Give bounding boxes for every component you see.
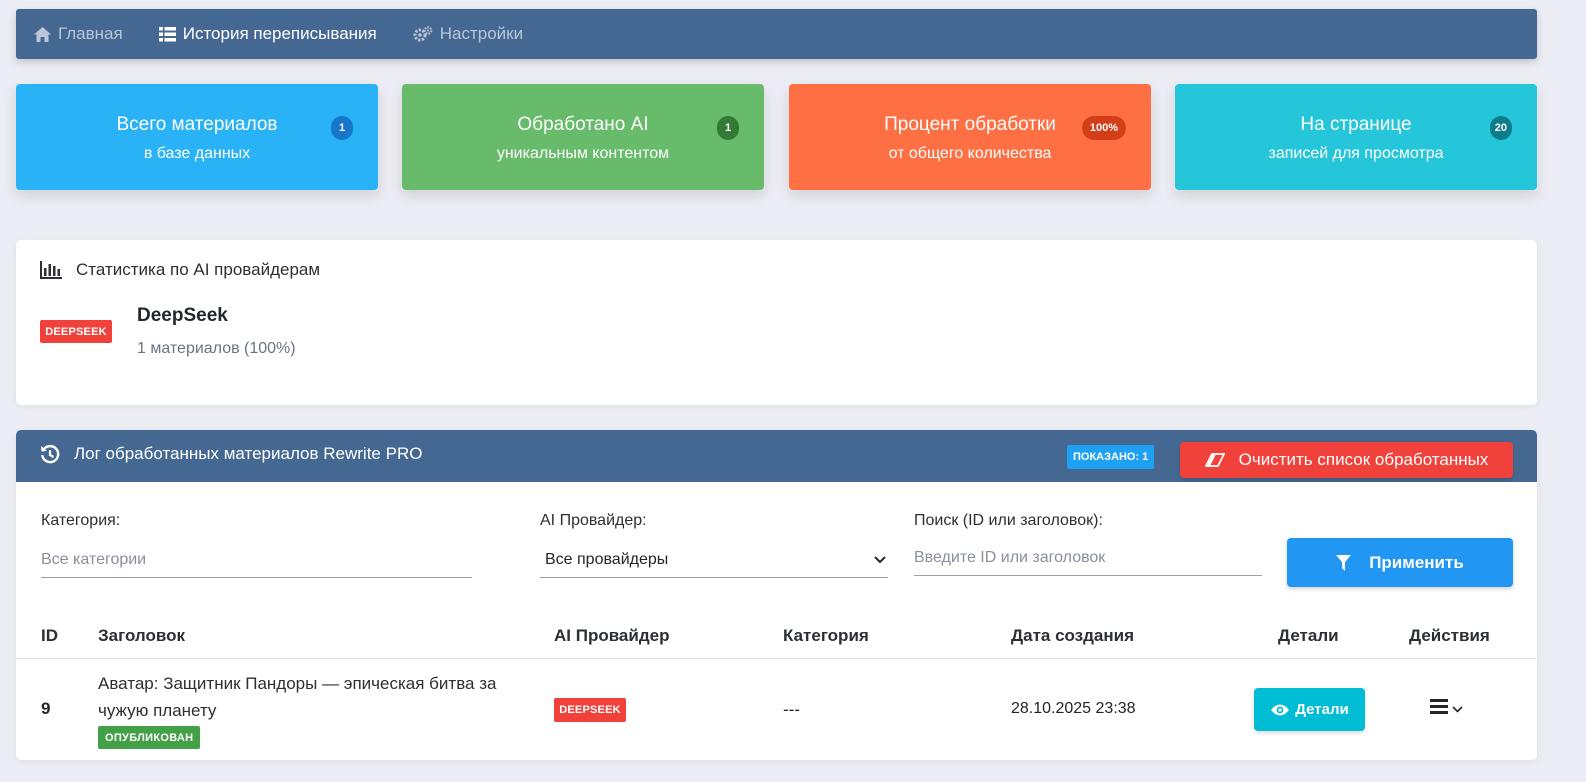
shown-count-badge: ПОКАЗАНО: 1	[1067, 445, 1155, 469]
search-label: Поиск (ID или заголовок):	[914, 512, 1103, 529]
provider-name: DeepSeek	[137, 305, 228, 326]
log-header: Лог обработанных материалов Rewrite PRO …	[16, 430, 1537, 482]
row-id: 9	[41, 699, 51, 718]
row-provider-tag: DEEPSEEK	[554, 698, 626, 722]
card-subtitle: записей для просмотра	[1268, 145, 1444, 162]
gears-icon	[413, 26, 433, 42]
search-input[interactable]: Введите ID или заголовок	[914, 540, 1262, 576]
provider-count: 1 материалов (100%)	[137, 340, 296, 357]
menu-icon	[1430, 699, 1448, 719]
home-icon	[34, 26, 51, 42]
details-button[interactable]: Детали	[1254, 688, 1365, 731]
row-title[interactable]: Аватар: Защитник Пандоры — эпическая бит…	[98, 670, 528, 724]
col-provider: AI Провайдер	[554, 626, 670, 645]
provider-tag: DEEPSEEK	[40, 320, 112, 343]
card-subtitle: в базе данных	[143, 145, 251, 162]
table-divider	[16, 658, 1537, 659]
provider-select[interactable]: Все провайдеры	[540, 542, 888, 578]
nav-settings-label: Настройки	[439, 24, 524, 43]
provider-select-value: Все провайдеры	[545, 550, 669, 568]
search-placeholder: Введите ID или заголовок	[914, 548, 1106, 566]
provider-stats-panel: Статистика по AI провайдерам DEEPSEEK De…	[16, 240, 1537, 405]
apply-button[interactable]: Применить	[1287, 538, 1513, 587]
nav-home[interactable]: Главная	[34, 24, 123, 44]
card-badge: 1	[717, 116, 739, 140]
card-processing-percent: Процент обработки от общего количества 1…	[789, 84, 1151, 190]
chevron-down-icon	[874, 551, 886, 569]
row-category: ---	[783, 700, 800, 719]
card-subtitle: от общего количества	[888, 145, 1052, 162]
card-badge: 20	[1489, 116, 1512, 140]
category-input[interactable]: Все категории	[41, 542, 472, 578]
panel-title: Статистика по AI провайдерам	[76, 260, 321, 279]
card-processed-ai: Обработано AI уникальным контентом 1	[402, 84, 764, 190]
top-navbar: Главная История переписывания Настройки	[16, 9, 1537, 59]
nav-history[interactable]: История переписывания	[158, 24, 377, 44]
card-title: Всего материалов	[116, 114, 278, 135]
col-date: Дата создания	[1011, 626, 1135, 645]
apply-button-label: Применить	[1369, 552, 1464, 572]
col-category: Категория	[783, 626, 869, 645]
col-actions: Действия	[1409, 626, 1490, 645]
card-total-materials: Всего материалов в базе данных 1	[16, 84, 378, 190]
category-placeholder: Все категории	[41, 550, 147, 568]
status-badge: ОПУБЛИКОВАН	[98, 726, 201, 749]
card-per-page: На странице записей для просмотра 20	[1175, 84, 1537, 190]
card-badge: 1	[331, 116, 353, 140]
chevron-down-icon	[1452, 705, 1463, 713]
actions-dropdown[interactable]	[1430, 699, 1463, 719]
filter-icon	[1336, 554, 1352, 571]
log-title: Лог обработанных материалов Rewrite PRO	[40, 444, 422, 464]
card-subtitle: уникальным контентом	[496, 145, 670, 162]
log-panel: Лог обработанных материалов Rewrite PRO …	[16, 430, 1537, 760]
list-icon	[158, 26, 176, 42]
row-date: 28.10.2025 23:38	[1011, 700, 1136, 717]
category-label: Категория:	[41, 512, 121, 529]
clear-processed-button[interactable]: Очистить список обработанных	[1180, 442, 1513, 478]
clear-button-label: Очистить список обработанных	[1238, 450, 1489, 469]
panel-header: Статистика по AI провайдерам	[40, 260, 320, 280]
history-icon	[40, 444, 60, 464]
details-button-label: Детали	[1295, 701, 1349, 718]
card-title: На странице	[1300, 114, 1412, 135]
provider-filter-label: AI Провайдер:	[540, 512, 647, 529]
nav-settings[interactable]: Настройки	[413, 24, 523, 44]
col-title: Заголовок	[98, 626, 186, 645]
log-title-text: Лог обработанных материалов Rewrite PRO	[74, 444, 423, 463]
eraser-icon	[1204, 453, 1225, 467]
col-id: ID	[41, 626, 58, 645]
col-details: Детали	[1278, 626, 1339, 645]
card-title: Обработано AI	[517, 114, 649, 135]
card-badge: 100%	[1081, 116, 1126, 140]
bar-chart-icon	[40, 261, 62, 279]
eye-icon	[1270, 703, 1290, 717]
nav-home-label: Главная	[58, 24, 123, 43]
nav-history-label: История переписывания	[182, 24, 377, 43]
